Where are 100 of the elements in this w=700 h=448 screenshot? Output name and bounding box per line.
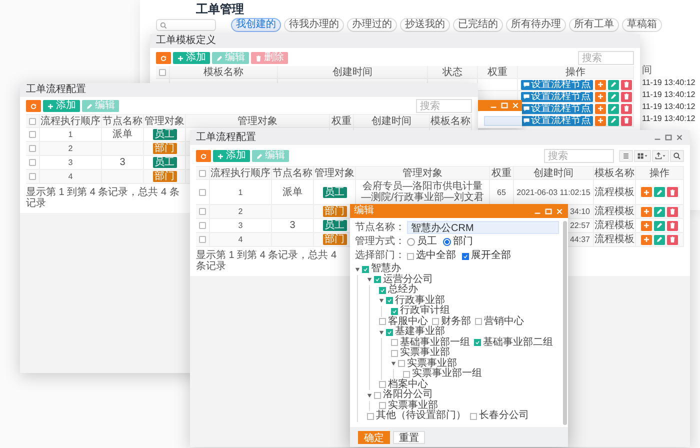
radio-label[interactable]: 部门 [453,236,473,248]
delete-button[interactable] [621,92,632,102]
checkbox[interactable] [403,370,410,378]
checkbox[interactable] [407,252,414,260]
list-view-button[interactable] [619,150,633,162]
search-field[interactable]: 搜索 [578,51,634,65]
checkbox[interactable] [199,236,206,243]
checkbox[interactable] [29,145,36,152]
tree-item-label[interactable]: 实票事业部 [400,348,450,358]
tree-item-label[interactable]: 财务部 [441,316,471,327]
search-field[interactable]: 搜索 [544,149,614,163]
checkbox[interactable] [470,412,477,420]
checkbox[interactable] [391,308,398,315]
edit-button[interactable] [608,80,619,90]
checkbox[interactable] [199,188,206,196]
checkbox[interactable] [379,402,386,410]
tree-item-label[interactable]: 运营分公司 [383,274,433,285]
add-node-button[interactable] [595,104,606,114]
refresh-button[interactable] [156,52,171,64]
tree-item-label[interactable]: 基础事业部一组 [400,338,470,348]
search-field[interactable] [156,19,216,31]
checkbox[interactable] [379,381,386,388]
tree-item-label[interactable]: 档案中心 [388,380,428,390]
checkbox[interactable] [374,276,381,284]
checkbox[interactable] [432,318,439,326]
add-node-button[interactable] [595,116,606,126]
tree-item-label[interactable]: 客服中心 [388,316,428,327]
columns-button[interactable] [634,150,651,162]
set-nodes-button[interactable]: 设置流程节点 [521,116,593,126]
delete-button[interactable] [621,80,632,90]
edit-button[interactable] [654,234,665,244]
set-nodes-button[interactable]: 设置流程节点 [521,92,593,102]
delete-button[interactable] [667,220,678,230]
add-node-button[interactable] [641,220,652,230]
checkbox[interactable] [386,328,393,336]
radio-button[interactable] [407,238,415,246]
add-node-button[interactable] [641,206,652,216]
edit-button[interactable] [608,116,619,126]
tab[interactable]: 所有工单 [569,18,619,32]
edit-button[interactable] [608,104,619,114]
checkbox[interactable] [379,318,386,326]
caret-icon[interactable] [367,392,372,398]
checkbox[interactable] [199,170,206,176]
caret-icon[interactable] [367,277,372,282]
delete-button[interactable] [667,187,678,197]
checkbox[interactable] [398,360,405,368]
edit-button[interactable] [654,206,665,216]
checkbox[interactable] [199,222,206,229]
tab[interactable]: 待我办理的 [284,18,344,32]
export-button[interactable] [652,150,669,162]
checkbox[interactable] [367,412,374,420]
checkbox[interactable] [199,208,206,215]
delete-button[interactable] [621,104,632,114]
input-field[interactable] [484,116,522,126]
add-node-button[interactable] [595,92,606,102]
delete-button[interactable] [621,116,632,126]
checkbox-label[interactable]: 展开全部 [471,250,511,262]
checkbox-label[interactable]: 选中全部 [416,250,456,262]
reset-button[interactable]: 重置 [393,430,425,444]
checkbox[interactable] [362,266,369,273]
caret-icon[interactable] [379,330,384,335]
edit-button[interactable] [654,187,665,197]
delete-button[interactable] [667,206,678,216]
tree-item-label[interactable]: 行政审计组 [400,306,450,316]
tab[interactable]: 所有待办理 [506,18,566,32]
checkbox[interactable] [159,68,166,76]
tab[interactable]: 我创建的 [231,18,281,32]
search-field[interactable]: 搜索 [416,99,472,113]
refresh-button[interactable] [26,100,41,112]
scrollbar[interactable] [563,221,567,425]
tree-item-label[interactable]: 基建事业部 [395,327,445,338]
add-node-button[interactable] [641,187,652,197]
restore-icon[interactable] [664,133,673,142]
tree-item-label[interactable]: 智慧办 [371,264,401,274]
checkbox[interactable] [462,252,469,260]
checkbox[interactable] [391,350,398,357]
radio-button[interactable] [443,238,451,246]
checkbox[interactable] [386,297,393,304]
checkbox[interactable] [374,392,381,399]
close-icon[interactable] [675,133,684,142]
tree-item-label[interactable]: 长春分公司 [479,411,529,422]
tab[interactable]: 办理过的 [347,18,397,32]
checkbox[interactable] [29,131,36,138]
tree-item-label[interactable]: 实票事业部 [407,358,457,369]
caret-icon[interactable] [355,266,360,272]
checkbox[interactable] [379,286,386,294]
edit-button[interactable] [608,92,619,102]
checkbox[interactable] [29,173,36,180]
tree-item-label[interactable]: 营销中心 [484,316,524,327]
checkbox[interactable] [29,118,36,124]
name-field[interactable]: 智慧办公CRM [407,221,559,234]
tab[interactable]: 抄送我的 [400,18,450,32]
checkbox[interactable] [29,159,36,166]
radio-label[interactable]: 员工 [417,236,437,248]
tab[interactable]: 已完结的 [453,18,503,32]
checkbox[interactable] [391,339,398,346]
checkbox[interactable] [475,318,482,326]
edit-button[interactable] [654,220,665,230]
checkbox[interactable] [474,339,481,346]
tree-item-label[interactable]: 实票事业部 [388,400,438,411]
